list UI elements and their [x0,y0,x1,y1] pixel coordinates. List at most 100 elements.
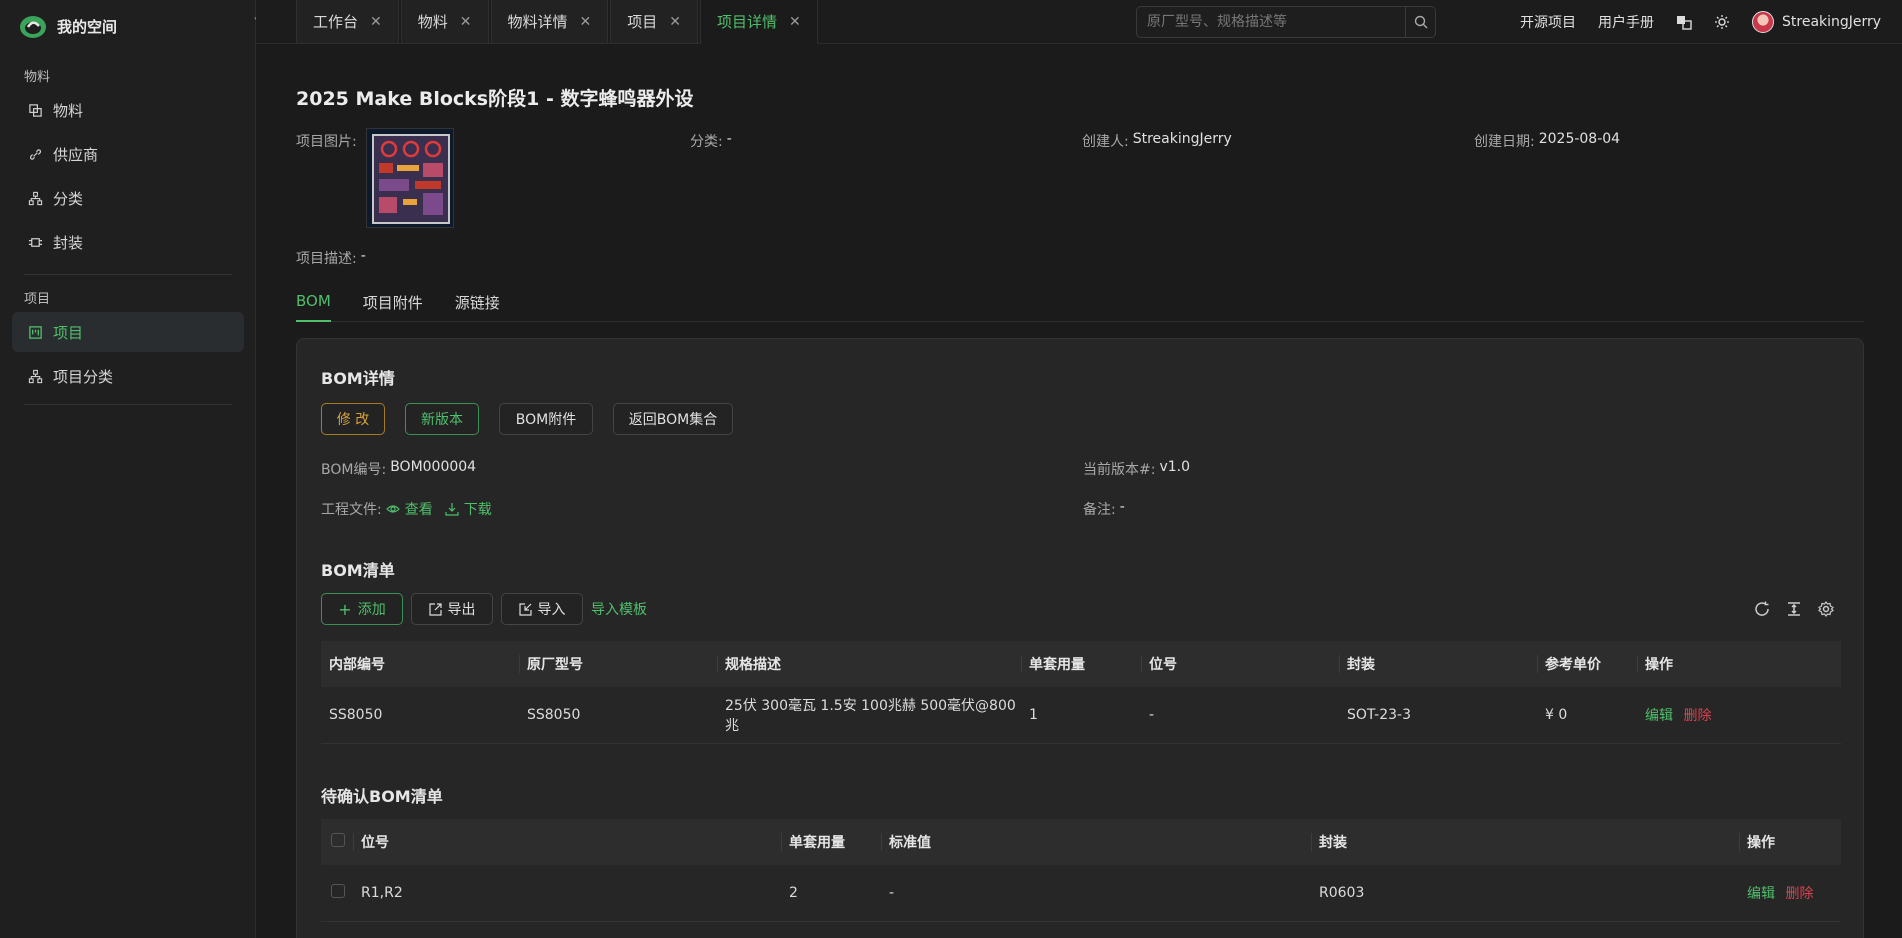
open-source-link[interactable]: 开源项目 [1520,12,1576,32]
project-image-field: 项目图片: [296,131,357,151]
tab-project-detail[interactable]: 项目详情 ✕ [700,0,818,44]
close-icon[interactable]: ✕ [370,14,382,30]
sidebar-item-project-categories[interactable]: 项目分类 [12,356,244,396]
note-field: 备注: - [1083,499,1125,519]
tab-strip: 工作台 ✕ 物料 ✕ 物料详情 ✕ 项目 ✕ 项目详情 ✕ [296,0,820,44]
col-actions: 操作 [1739,819,1841,865]
project-image[interactable] [366,128,454,228]
column-height-icon[interactable] [1785,600,1803,618]
settings-icon[interactable] [1817,600,1835,618]
tab-label: 物料 [417,13,448,31]
col-package[interactable]: 封装 [1339,641,1537,687]
select-all-checkbox[interactable] [331,833,345,847]
search-icon [1414,15,1427,29]
note-value: - [1119,499,1125,515]
edit-row-link[interactable]: 编辑 [1645,708,1673,724]
note-label: 备注: [1083,502,1116,518]
search-input[interactable] [1137,7,1405,37]
project-file-field: 工程文件: 查看 下载 [321,499,492,519]
user-manual-link[interactable]: 用户手册 [1598,12,1654,32]
import-template-link[interactable]: 导入模板 [591,599,647,619]
bom-table: 内部编号 原厂型号 规格描述 单套用量 位号 封装 参考单价 操作 SS8050… [321,641,1841,744]
sidebar-item-label: 项目 [53,323,84,342]
col-quantity[interactable]: 单套用量 [781,819,881,865]
bom-attachments-button[interactable]: BOM附件 [499,403,593,435]
sidebar-item-packages[interactable]: 封装 [12,222,244,262]
version-label: 当前版本#: [1083,462,1156,478]
tab-label: 项目详情 [717,13,778,31]
close-icon[interactable]: ✕ [580,14,592,30]
tab-material-detail[interactable]: 物料详情 ✕ [490,0,609,44]
sidebar-item-projects[interactable]: 项目 [12,312,244,352]
col-model[interactable]: 原厂型号 [519,641,717,687]
sidebar-item-label: 分类 [53,189,84,208]
creator-value: StreakingJerry [1132,131,1232,147]
delete-row-link[interactable]: 删除 [1683,708,1711,724]
group-title-projects: 项目 [24,292,51,307]
brand-name: 我的空间 [57,17,118,36]
category-field: 分类: - [690,131,732,151]
search-button[interactable] [1405,7,1435,37]
bom-card: BOM详情 修 改 新版本 BOM附件 返回BOM集合 BOM编号: BOM00… [296,338,1864,938]
page-title: 2025 Make Blocks阶段1 - 数字蜂鸣器外设 [296,88,694,110]
refresh-icon[interactable] [1753,600,1771,618]
language-icon[interactable] [1676,14,1692,30]
col-unit-price[interactable]: 参考单价 [1537,641,1637,687]
logo-icon [20,16,46,38]
bom-code-field: BOM编号: BOM000004 [321,459,476,479]
brand[interactable]: 我的空间 [18,12,117,40]
close-icon[interactable]: ✕ [460,14,472,30]
pcb-thumbnail [372,134,450,224]
col-spec[interactable]: 规格描述 [717,641,1021,687]
sidebar-item-label: 供应商 [53,145,99,164]
add-item-button[interactable]: + 添加 [321,593,403,625]
new-version-button[interactable]: 新版本 [405,403,479,435]
edit-bom-button[interactable]: 修 改 [321,403,385,435]
import-icon [518,602,532,616]
download-label: 下载 [463,502,492,518]
export-button[interactable]: 导出 [411,593,493,625]
actions-cell: 编辑 删除 [1739,865,1841,922]
tab-project-attachments[interactable]: 项目附件 [363,282,423,322]
close-icon[interactable]: ✕ [669,14,681,30]
creator-label: 创建人: [1082,134,1129,150]
tab-bom[interactable]: BOM [296,282,331,322]
export-icon [428,602,442,616]
col-reference[interactable]: 位号 [353,819,781,865]
package-cell: SOT-23-3 [1339,687,1537,744]
tab-workbench[interactable]: 工作台 ✕ [296,0,399,44]
version-value: v1.0 [1159,459,1191,475]
col-internal-code[interactable]: 内部编号 [321,641,519,687]
link-icon [29,148,42,160]
description-field: 项目描述: - [296,248,366,268]
tab-materials[interactable]: 物料 ✕ [400,0,489,44]
tab-label: 工作台 [313,13,359,31]
user-menu[interactable]: StreakingJerry [1752,11,1881,33]
import-label: 导入 [537,602,566,618]
back-to-bom-set-button[interactable]: 返回BOM集合 [613,403,733,435]
tab-source-links[interactable]: 源链接 [455,282,500,322]
close-icon[interactable]: ✕ [789,14,801,30]
sidebar-item-suppliers[interactable]: 供应商 [12,134,244,174]
sidebar-item-categories[interactable]: 分类 [12,178,244,218]
tab-projects[interactable]: 项目 ✕ [610,0,698,44]
bom-list-title: BOM清单 [321,561,395,580]
hierarchy-icon [28,191,43,205]
row-checkbox[interactable] [331,883,345,898]
plus-icon: + [338,599,352,619]
sidebar-item-materials[interactable]: 物料 [12,90,244,130]
theme-toggle-icon[interactable] [1714,14,1730,30]
col-package[interactable]: 封装 [1311,819,1739,865]
internal-code-link[interactable]: SS8050 [321,687,519,744]
delete-row-link[interactable]: 删除 [1785,886,1813,902]
view-file-link[interactable]: 查看 [385,499,433,519]
download-file-link[interactable]: 下载 [445,499,492,519]
col-standard-value[interactable]: 标准值 [881,819,1311,865]
col-reference[interactable]: 位号 [1141,641,1339,687]
import-button[interactable]: 导入 [501,593,583,625]
search-box [1136,6,1436,38]
price-cell: ¥ 0 [1537,687,1637,744]
edit-row-link[interactable]: 编辑 [1747,886,1775,902]
tab-label: 项目 [627,13,658,31]
col-quantity[interactable]: 单套用量 [1021,641,1141,687]
